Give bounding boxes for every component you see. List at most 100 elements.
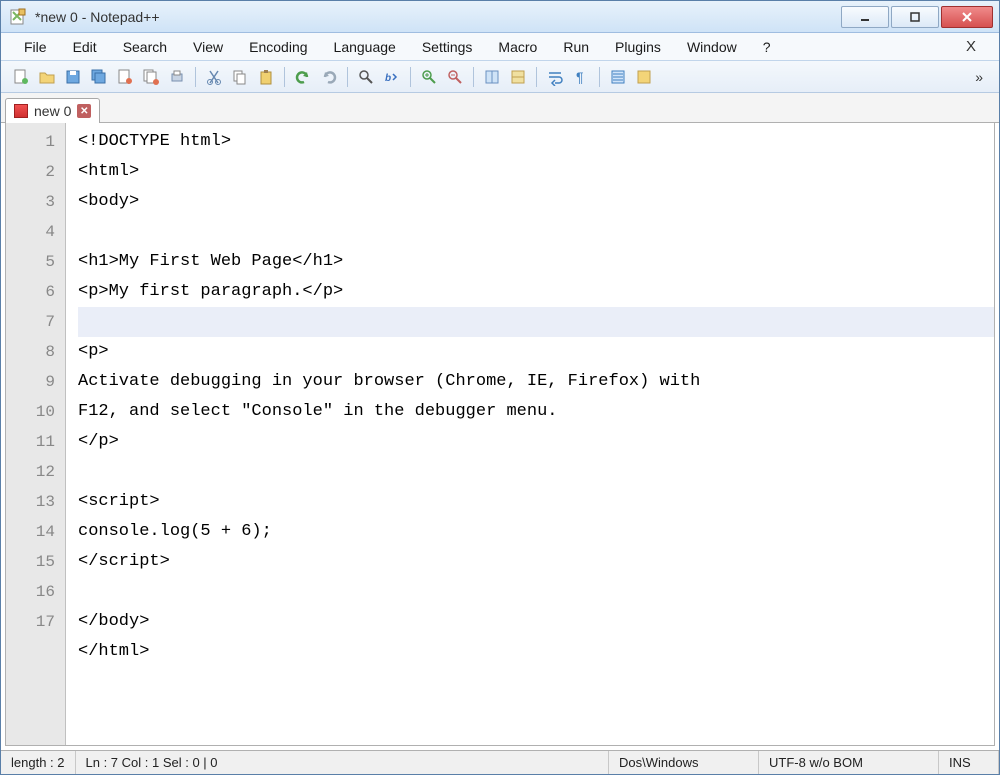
line-number: 5: [6, 247, 65, 277]
status-encoding[interactable]: UTF-8 w/o BOM: [759, 751, 939, 774]
code-line[interactable]: <p>: [78, 337, 994, 367]
window-controls: [839, 6, 993, 28]
zoom-in-icon[interactable]: [417, 65, 441, 89]
menu-file[interactable]: File: [11, 35, 60, 59]
code-line[interactable]: Activate debugging in your browser (Chro…: [78, 367, 994, 397]
undo-icon[interactable]: [291, 65, 315, 89]
menu-encoding[interactable]: Encoding: [236, 35, 320, 59]
find-icon[interactable]: [354, 65, 378, 89]
line-number: 8: [6, 337, 65, 367]
toolbar-overflow-icon[interactable]: »: [967, 69, 991, 85]
svg-text:b: b: [385, 73, 391, 84]
status-insert-mode[interactable]: INS: [939, 751, 999, 774]
menu-view[interactable]: View: [180, 35, 236, 59]
menu-help[interactable]: ?: [750, 35, 784, 59]
save-all-icon[interactable]: [87, 65, 111, 89]
menu-search[interactable]: Search: [110, 35, 180, 59]
toolbar-separator: [536, 67, 537, 87]
titlebar[interactable]: *new 0 - Notepad++: [1, 1, 999, 33]
code-line[interactable]: <!DOCTYPE html>: [78, 127, 994, 157]
toolbar-separator: [195, 67, 196, 87]
close-file-icon[interactable]: [113, 65, 137, 89]
line-number: 9: [6, 367, 65, 397]
statusbar: length : 2 Ln : 7 Col : 1 Sel : 0 | 0 Do…: [1, 750, 999, 774]
print-icon[interactable]: [165, 65, 189, 89]
minimize-button[interactable]: [841, 6, 889, 28]
unsaved-file-icon: [14, 104, 28, 118]
sync-vertical-icon[interactable]: [480, 65, 504, 89]
code-line[interactable]: F12, and select "Console" in the debugge…: [78, 397, 994, 427]
menu-macro[interactable]: Macro: [485, 35, 550, 59]
line-number: 2: [6, 157, 65, 187]
code-line[interactable]: <h1>My First Web Page</h1>: [78, 247, 994, 277]
tabbar: new 0 ✕: [1, 93, 999, 123]
redo-icon[interactable]: [317, 65, 341, 89]
close-document-button[interactable]: X: [953, 34, 989, 59]
menu-language[interactable]: Language: [321, 35, 409, 59]
copy-icon[interactable]: [228, 65, 252, 89]
line-number: 10: [6, 397, 65, 427]
toolbar-separator: [347, 67, 348, 87]
line-number: 12: [6, 457, 65, 487]
zoom-out-icon[interactable]: [443, 65, 467, 89]
editor: 1234567891011121314151617 <!DOCTYPE html…: [5, 123, 995, 746]
menu-run[interactable]: Run: [550, 35, 602, 59]
line-number: 17: [6, 607, 65, 637]
line-number: 1: [6, 127, 65, 157]
code-line[interactable]: </p>: [78, 427, 994, 457]
code-line[interactable]: [78, 577, 994, 607]
wordwrap-icon[interactable]: [543, 65, 567, 89]
code-line[interactable]: <html>: [78, 157, 994, 187]
menu-window[interactable]: Window: [674, 35, 750, 59]
code-line[interactable]: <p>My first paragraph.</p>: [78, 277, 994, 307]
line-number: 15: [6, 547, 65, 577]
maximize-button[interactable]: [891, 6, 939, 28]
toolbar-separator: [599, 67, 600, 87]
svg-text:¶: ¶: [576, 69, 584, 85]
menu-settings[interactable]: Settings: [409, 35, 486, 59]
line-number: 6: [6, 277, 65, 307]
line-number: 13: [6, 487, 65, 517]
status-eol[interactable]: Dos\Windows: [609, 751, 759, 774]
menu-plugins[interactable]: Plugins: [602, 35, 674, 59]
code-line[interactable]: [78, 457, 994, 487]
document-tab[interactable]: new 0 ✕: [5, 98, 100, 123]
close-all-icon[interactable]: [139, 65, 163, 89]
code-line[interactable]: [78, 307, 994, 337]
menubar: File Edit Search View Encoding Language …: [1, 33, 999, 61]
toolbar: b ¶ »: [1, 61, 999, 93]
code-line[interactable]: </body>: [78, 607, 994, 637]
line-number: 4: [6, 217, 65, 247]
new-file-icon[interactable]: [9, 65, 33, 89]
toolbar-separator: [410, 67, 411, 87]
show-all-chars-icon[interactable]: ¶: [569, 65, 593, 89]
code-line[interactable]: <body>: [78, 187, 994, 217]
status-position: Ln : 7 Col : 1 Sel : 0 | 0: [76, 751, 610, 774]
line-number-gutter: 1234567891011121314151617: [6, 123, 66, 745]
code-area[interactable]: <!DOCTYPE html><html><body> <h1>My First …: [66, 123, 994, 745]
line-number: 14: [6, 517, 65, 547]
code-line[interactable]: console.log(5 + 6);: [78, 517, 994, 547]
menu-edit[interactable]: Edit: [60, 35, 110, 59]
line-number: 7: [6, 307, 65, 337]
save-icon[interactable]: [61, 65, 85, 89]
status-length: length : 2: [1, 751, 76, 774]
replace-icon[interactable]: b: [380, 65, 404, 89]
toolbar-separator: [473, 67, 474, 87]
line-number: 16: [6, 577, 65, 607]
tab-close-button[interactable]: ✕: [77, 104, 91, 118]
code-line[interactable]: <script>: [78, 487, 994, 517]
cut-icon[interactable]: [202, 65, 226, 89]
close-window-button[interactable]: [941, 6, 993, 28]
indent-guide-icon[interactable]: [606, 65, 630, 89]
user-lang-icon[interactable]: [632, 65, 656, 89]
code-line[interactable]: </html>: [78, 637, 994, 667]
code-line[interactable]: </script>: [78, 547, 994, 577]
open-file-icon[interactable]: [35, 65, 59, 89]
toolbar-separator: [284, 67, 285, 87]
window-title: *new 0 - Notepad++: [35, 9, 839, 25]
code-line[interactable]: [78, 217, 994, 247]
paste-icon[interactable]: [254, 65, 278, 89]
app-icon: [9, 8, 27, 26]
sync-horizontal-icon[interactable]: [506, 65, 530, 89]
